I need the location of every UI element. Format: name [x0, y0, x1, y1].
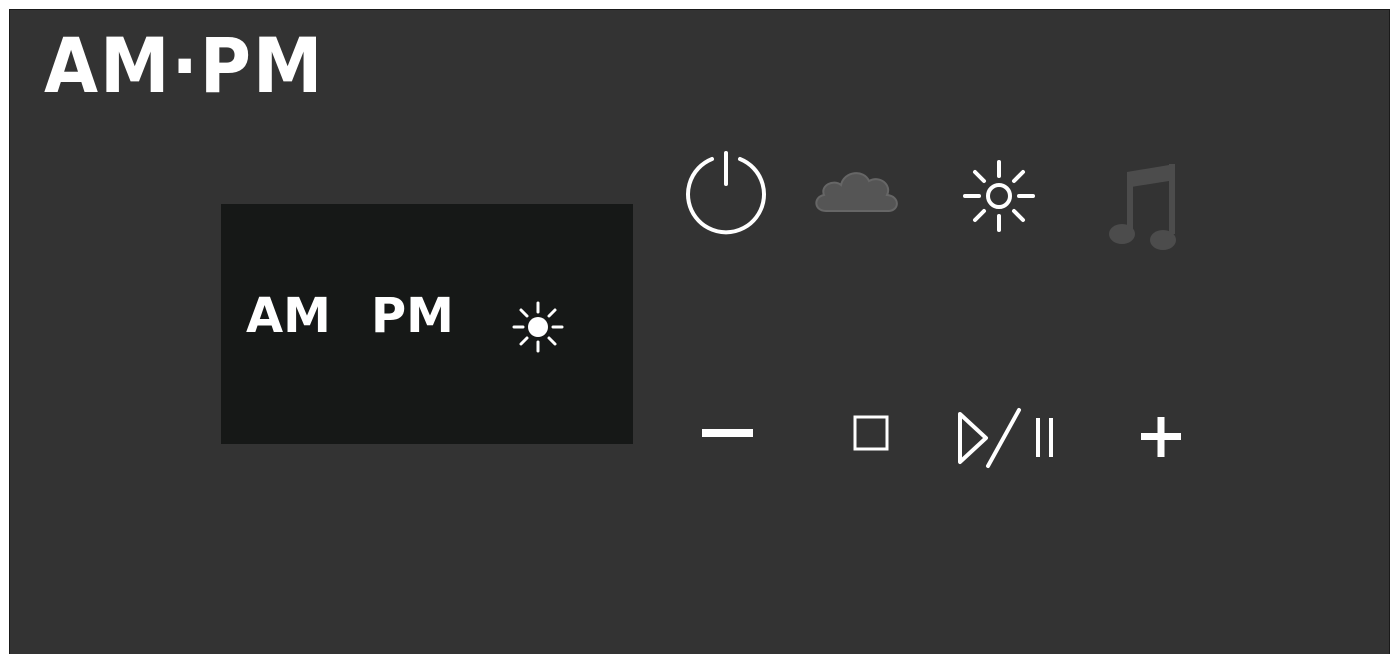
brightness-button[interactable] — [961, 158, 1037, 234]
power-icon — [686, 151, 766, 235]
play-pause-button[interactable] — [952, 408, 1062, 468]
display-am-indicator: AM — [246, 288, 331, 344]
stop-button[interactable] — [851, 412, 891, 454]
volume-up-button[interactable] — [1138, 414, 1184, 460]
music-note-icon — [1109, 164, 1176, 250]
plus-icon — [1141, 417, 1181, 457]
music-button[interactable] — [1107, 160, 1187, 252]
display-sun-icon — [511, 300, 565, 354]
minus-icon — [702, 429, 753, 437]
power-button[interactable] — [681, 148, 771, 238]
cloud-icon — [815, 172, 898, 212]
sun-icon — [963, 160, 1035, 232]
play-pause-icon — [958, 408, 1053, 468]
display-pm-indicator: PM — [371, 288, 454, 344]
device-control-panel: AM·PM AM PM — [9, 9, 1390, 654]
brand-label: AM·PM — [44, 21, 325, 110]
display-screen: AM PM — [221, 204, 633, 444]
volume-down-button[interactable] — [700, 418, 756, 448]
stop-icon — [853, 415, 889, 451]
cloud-button[interactable] — [810, 165, 902, 217]
